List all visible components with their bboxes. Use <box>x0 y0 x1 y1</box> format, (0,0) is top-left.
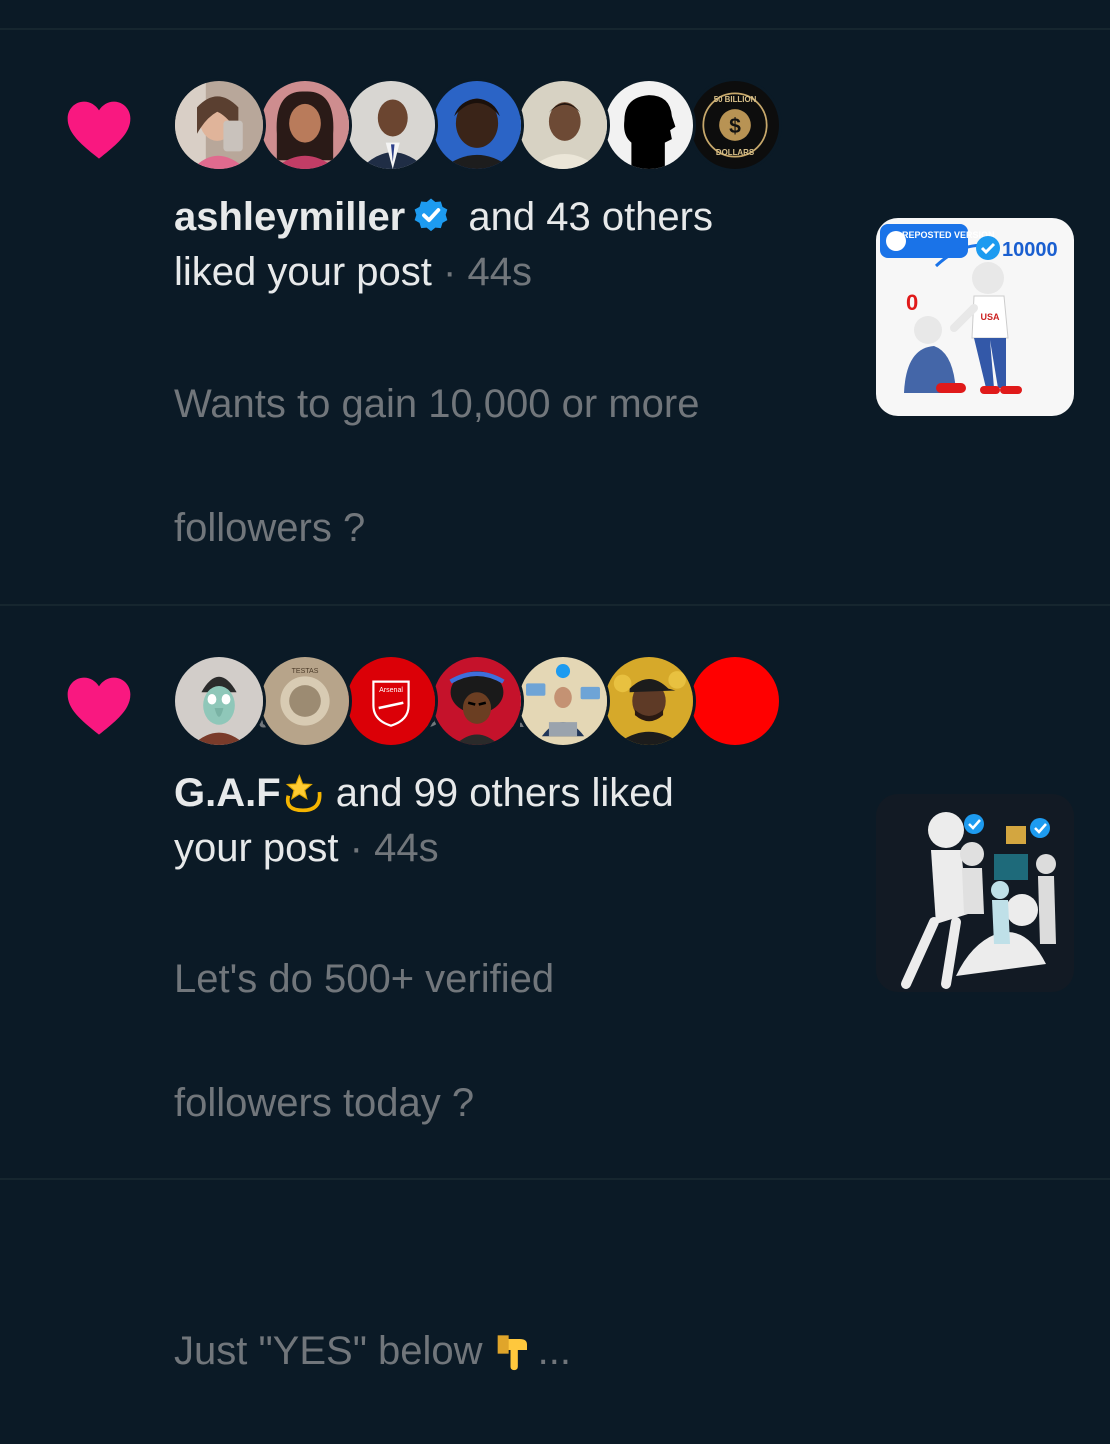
avatar[interactable]: $ 50 BILLION DOLLARS <box>688 78 782 172</box>
post-thumbnail[interactable] <box>876 794 1074 992</box>
avatar[interactable] <box>516 654 610 748</box>
post-text-segment: Just "YES" below <box>174 1329 494 1373</box>
avatar[interactable] <box>430 78 524 172</box>
post-text-line: followers ? <box>174 506 366 550</box>
post-text-line: Wants to gain 10,000 or more <box>174 382 700 426</box>
avatar-text: TESTAS <box>292 668 319 675</box>
shirt-text: USA <box>980 312 1000 322</box>
heart-icon <box>67 677 131 735</box>
verified-badge-icon <box>414 198 448 232</box>
bottom-divider <box>0 1178 1110 1180</box>
notification-headline: G.A.F and 99 others liked your post · 44… <box>174 766 834 876</box>
post-text-line: followers today ? <box>174 1081 475 1125</box>
liker-name[interactable]: G.A.F <box>174 771 281 815</box>
thumbnail-zero: 0 <box>906 290 918 315</box>
notification-like-1[interactable]: $ 50 BILLION DOLLARS ashleymiller and 43… <box>0 0 1110 736</box>
notification-like-2[interactable]: TESTAS Arsenal G.A.F and 99 others liked… <box>0 606 1110 1373</box>
liker-name[interactable]: ashleymiller <box>174 195 405 239</box>
timestamp: · 44s <box>431 250 532 294</box>
dizzy-star-icon <box>285 773 322 813</box>
post-text-line: Let's do 500+ verified <box>174 957 555 1001</box>
avatar[interactable] <box>688 654 782 748</box>
avatar[interactable] <box>516 78 610 172</box>
notification-headline: ashleymiller and 43 others liked your po… <box>174 190 834 300</box>
pointing-down-hand-icon <box>497 1335 527 1371</box>
avatar[interactable] <box>602 78 696 172</box>
post-preview-text: Let's do 500+ verified followers today ?… <box>174 886 834 1444</box>
post-thumbnail[interactable]: REPOSTED VERSION 10000 0 USA <box>876 218 1074 416</box>
badge-top-text: 50 BILLION <box>714 95 757 104</box>
thumbnail-badge-text: REPOSTED VERSION <box>902 230 995 240</box>
avatar[interactable] <box>430 654 524 748</box>
avatar[interactable] <box>172 654 266 748</box>
timestamp: · 44s <box>338 826 439 870</box>
avatar[interactable] <box>602 654 696 748</box>
avatar[interactable]: Arsenal <box>344 654 438 748</box>
dollar-symbol: $ <box>729 115 741 138</box>
headline-action: liked your post <box>174 250 432 294</box>
badge-bottom-text: DOLLARS <box>716 148 754 157</box>
headline-rest: and 43 others <box>457 195 713 239</box>
liker-avatars: TESTAS Arsenal <box>172 654 792 754</box>
thumbnail-count: 10000 <box>1002 239 1058 261</box>
post-text-line: Just "YES" below ... <box>174 1258 834 1382</box>
avatar-text: Arsenal <box>379 687 403 694</box>
avatar[interactable] <box>258 78 352 172</box>
heart-icon <box>67 101 131 159</box>
liker-avatars: $ 50 BILLION DOLLARS <box>172 78 792 178</box>
headline-rest: and 99 others liked <box>324 771 674 815</box>
avatar[interactable] <box>172 78 266 172</box>
avatar[interactable]: TESTAS <box>258 654 352 748</box>
post-text-segment: ... <box>537 1329 571 1373</box>
avatar[interactable] <box>344 78 438 172</box>
headline-action: your post <box>174 826 339 870</box>
